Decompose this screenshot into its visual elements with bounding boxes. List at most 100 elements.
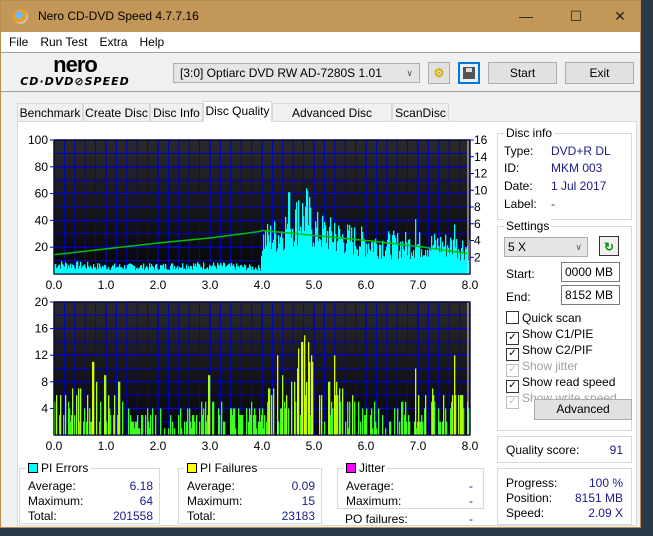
tab-scandisc[interactable]: ScanDisc	[392, 103, 449, 121]
data-bar	[397, 408, 399, 435]
chain-link-icon: ⚙	[433, 66, 445, 80]
data-bar	[349, 401, 351, 435]
save-button[interactable]	[458, 62, 480, 84]
start-input[interactable]: 0000 MB	[561, 262, 620, 282]
pi-errors-chart: 0.0 1.0 2.0 3.0 4.0 5.0 6.0 7.0 8.0 20 40 60 80 100 2 4…	[28, 133, 488, 292]
data-bar	[434, 401, 436, 435]
tab-disc-quality[interactable]: Disc Quality	[203, 101, 272, 122]
menu-help[interactable]: Help	[134, 32, 171, 52]
jitter-title: Jitter	[344, 461, 388, 475]
data-bar	[302, 341, 304, 435]
disc-id-value: MKM 003	[551, 161, 603, 175]
x-tick-label: 2.0	[150, 439, 167, 453]
menu-extra[interactable]: Extra	[93, 32, 133, 52]
data-bar	[187, 408, 189, 435]
x-tick-label: 8.0	[462, 278, 479, 292]
tab-advanced-disc-quality[interactable]: Advanced Disc Quality	[272, 103, 392, 138]
pi-failures-title: PI Failures	[185, 461, 260, 475]
x-tick-label: 8.0	[462, 439, 479, 453]
pi-errors-maximum-value: 64	[139, 494, 153, 508]
x-tick-label: 5.0	[306, 439, 323, 453]
data-bar	[160, 408, 162, 435]
data-bar	[87, 395, 89, 435]
tab-disc-info[interactable]: Disc Info	[150, 103, 203, 121]
speed-select[interactable]: 5 X ∨	[504, 237, 588, 257]
maximize-button[interactable]: ☐	[553, 1, 599, 32]
checkbox-quick-scan[interactable]: Quick scan	[506, 311, 581, 325]
pi-errors-group: PI Errors Average: 6.18 Maximum: 64 Tota…	[19, 461, 160, 524]
close-button[interactable]: ✕	[597, 1, 643, 32]
disc-type-label: Type:	[504, 144, 534, 158]
pi-errors-title-text: PI Errors	[41, 461, 89, 475]
data-bar	[242, 415, 244, 435]
data-bar	[372, 428, 374, 435]
x-tick-label: 4.0	[254, 439, 271, 453]
data-bar	[273, 388, 275, 435]
tab-create-disc[interactable]: Create Disc	[83, 103, 150, 121]
po-failures-label: PO failures:	[345, 512, 408, 526]
y2-tick-label: 10	[474, 183, 488, 197]
data-bar	[219, 415, 221, 435]
minimize-button[interactable]: —	[503, 1, 549, 32]
disc-quality-panel: 0.0 1.0 2.0 3.0 4.0 5.0 6.0 7.0 8.0 20 40 60 80 100 2 4…	[17, 121, 637, 526]
floppy-disk-icon	[463, 67, 475, 79]
y2-tick-label: 2	[474, 250, 481, 264]
data-bar	[96, 381, 98, 435]
data-bar	[251, 401, 253, 435]
jitter-average-label: Average:	[346, 479, 394, 493]
data-bar	[402, 401, 404, 435]
data-bar	[168, 428, 170, 435]
logo-speed-text: CD·DVD⊘SPEED	[20, 75, 130, 88]
data-bar	[93, 361, 95, 435]
data-bar	[440, 421, 442, 435]
end-label: End:	[506, 290, 531, 304]
checkbox-label: Show read speed	[522, 375, 616, 389]
data-bar	[425, 395, 427, 435]
start-button[interactable]: Start	[488, 62, 557, 84]
data-bar	[376, 428, 378, 435]
jitter-color-swatch	[346, 463, 356, 473]
end-input[interactable]: 8152 MB	[561, 285, 620, 305]
advanced-button[interactable]: Advanced	[534, 399, 632, 420]
data-bar	[352, 395, 354, 435]
data-bar	[422, 421, 424, 435]
pi-errors-total-value: 201558	[112, 509, 153, 523]
data-bar	[337, 395, 339, 435]
y2-tick-label: 8	[474, 200, 481, 214]
data-bar	[235, 428, 237, 435]
pi-failures-color-swatch	[187, 463, 197, 473]
exit-button[interactable]: Exit	[565, 62, 634, 84]
pi-failures-title-text: PI Failures	[200, 461, 258, 475]
data-bar	[321, 395, 323, 435]
data-bar	[196, 415, 198, 435]
settings-title: Settings	[504, 219, 552, 233]
data-bar	[246, 408, 248, 435]
menu-bar: File Run Test Extra Help	[1, 32, 640, 52]
y-tick-label: 8	[41, 375, 48, 389]
quality-score-group: Quality score: 91	[497, 436, 632, 463]
speed-select-value: 5 X	[508, 240, 527, 254]
jitter-average-value: -	[469, 479, 473, 493]
data-bar	[415, 368, 417, 435]
data-bar	[60, 395, 62, 435]
y-tick-label: 20	[35, 240, 49, 254]
data-bar	[306, 381, 308, 435]
data-bar	[288, 408, 290, 435]
drive-info-button[interactable]: ⚙	[428, 62, 450, 84]
data-bar	[203, 408, 205, 435]
data-bar	[106, 421, 108, 435]
x-tick-label: 6.0	[358, 278, 375, 292]
drive-select-value: [3:0] Optiarc DVD RW AD-7280S 1.01	[180, 66, 382, 80]
y-tick-label: 20	[35, 297, 49, 309]
data-bar	[291, 381, 293, 435]
menu-run-test[interactable]: Run Test	[34, 32, 93, 52]
x-tick-label: 3.0	[202, 278, 219, 292]
data-bar	[152, 408, 154, 435]
menu-file[interactable]: File	[1, 32, 34, 52]
data-bar	[458, 395, 460, 435]
x-tick-label: 6.0	[358, 439, 375, 453]
drive-select[interactable]: [3:0] Optiarc DVD RW AD-7280S 1.01 ∨	[173, 63, 420, 83]
data-bar	[399, 421, 401, 435]
refresh-button[interactable]: ↻	[599, 236, 619, 256]
tab-benchmark[interactable]: Benchmark	[17, 103, 83, 121]
